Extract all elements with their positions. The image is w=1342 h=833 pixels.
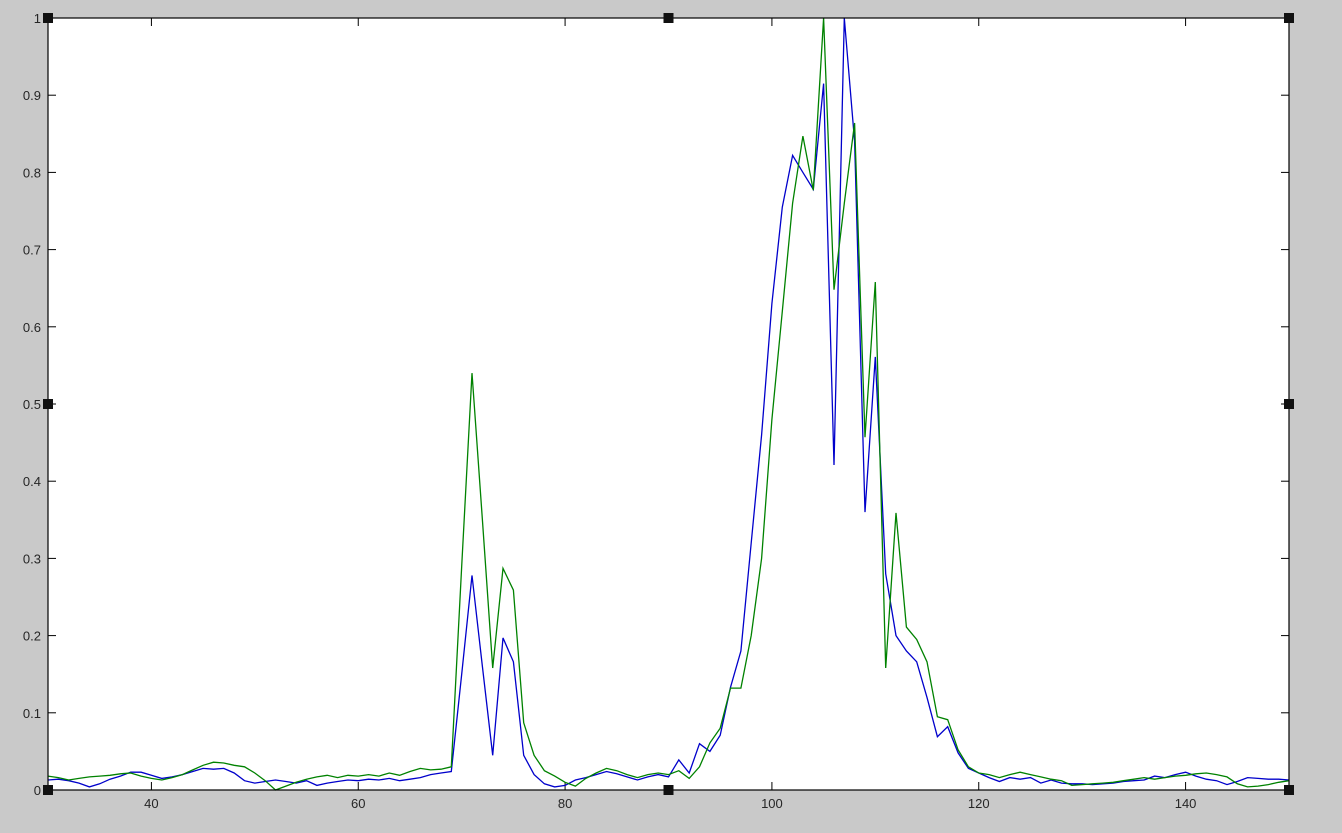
y-tick-label: 0 bbox=[34, 783, 41, 798]
y-tick-label: 0.5 bbox=[23, 397, 41, 412]
x-tick-label: 120 bbox=[968, 796, 990, 811]
selection-resize-handle[interactable] bbox=[1284, 13, 1294, 23]
y-tick-label: 0.7 bbox=[23, 243, 41, 258]
y-tick-label: 0.4 bbox=[23, 474, 41, 489]
selection-resize-handle[interactable] bbox=[663, 785, 674, 795]
plot-area[interactable] bbox=[48, 18, 1289, 790]
x-tick-label: 40 bbox=[144, 796, 158, 811]
axes-plot[interactable]: 40 60 80 100 120 140 0 0.1 0.2 0.3 0.4 0.5 0.6 0.7 0.8… bbox=[0, 0, 1342, 833]
selection-resize-handle[interactable] bbox=[1284, 785, 1294, 795]
selection-resize-handle[interactable] bbox=[43, 399, 53, 409]
selection-resize-handle[interactable] bbox=[43, 13, 53, 23]
selection-resize-handle[interactable] bbox=[43, 785, 53, 795]
matlab-figure-window: 40 60 80 100 120 140 0 0.1 0.2 0.3 0.4 0.5 0.6 0.7 0.8… bbox=[0, 0, 1342, 833]
x-tick-label: 140 bbox=[1175, 796, 1197, 811]
y-tick-label: 0.3 bbox=[23, 551, 41, 566]
selection-resize-handle[interactable] bbox=[663, 13, 674, 23]
y-tick-label: 1 bbox=[34, 11, 41, 26]
x-tick-label: 80 bbox=[558, 796, 572, 811]
y-tick-label: 0.9 bbox=[23, 88, 41, 103]
selection-resize-handle[interactable] bbox=[1284, 399, 1294, 409]
y-tick-label: 0.8 bbox=[23, 165, 41, 180]
y-tick-label: 0.6 bbox=[23, 320, 41, 335]
x-tick-label: 100 bbox=[761, 796, 783, 811]
x-tick-label: 60 bbox=[351, 796, 365, 811]
y-tick-label: 0.1 bbox=[23, 706, 41, 721]
y-tick-label: 0.2 bbox=[23, 629, 41, 644]
